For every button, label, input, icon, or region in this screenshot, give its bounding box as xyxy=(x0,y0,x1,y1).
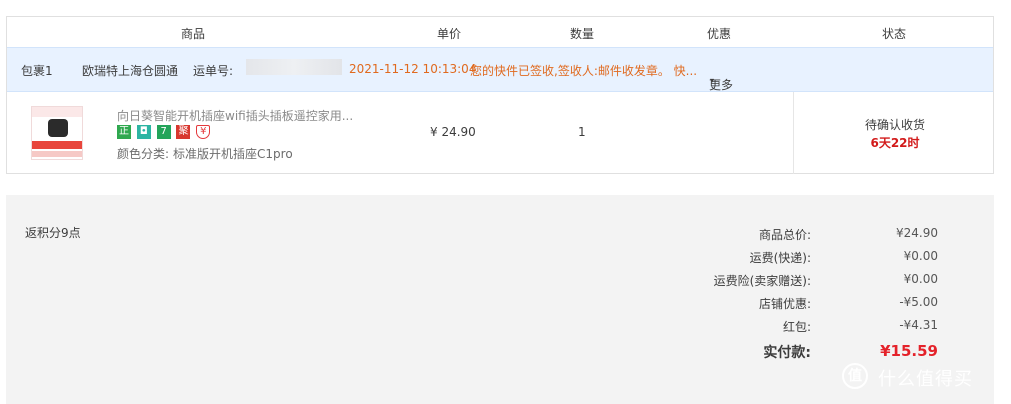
package-datetime: 2021-11-12 10:13:04 xyxy=(349,62,477,76)
item-quantity: 1 xyxy=(578,125,586,139)
summary-label: 店铺优惠: xyxy=(758,297,811,311)
summary-label: 红包: xyxy=(782,320,811,334)
product-title-link[interactable]: 向日葵智能开机插座wifi插头插板遥控家用... xyxy=(117,107,353,124)
watermark-text: 什么值得买 xyxy=(878,369,973,390)
summary-value: ¥24.90 xyxy=(896,226,938,240)
watermark-logo-icon: 值 xyxy=(842,363,868,389)
total-label: 实付款: xyxy=(763,345,811,361)
package-status-message[interactable]: 您的快件已签收,签收人:邮件收发章。 快... xyxy=(470,62,697,79)
product-thumbnail[interactable] xyxy=(31,106,83,160)
order-status: 待确认收货 xyxy=(864,118,925,132)
summary-value: ¥0.00 xyxy=(903,249,938,263)
caret-down-icon: ▾ xyxy=(710,76,715,85)
ju-badge-icon[interactable]: 聚 xyxy=(176,125,191,139)
spec-label: 颜色分类: xyxy=(117,147,170,161)
summary-label: 运费险(卖家赠送): xyxy=(713,274,811,288)
table-header: 商品 单价 数量 优惠 状态 xyxy=(7,17,993,47)
header-product: 商品 xyxy=(181,27,206,41)
service-badges: 正 ◘ 7 聚 ¥ xyxy=(117,125,212,141)
header-unit-price: 单价 xyxy=(437,27,462,41)
item-row: 向日葵智能开机插座wifi插头插板遥控家用... 正 ◘ 7 聚 ¥ 颜色分类:… xyxy=(7,92,993,174)
summary-row: 商品总价: ¥24.90 xyxy=(6,226,994,246)
tracking-number-masked xyxy=(246,59,342,75)
header-quantity: 数量 xyxy=(570,27,595,41)
order-box: 商品 单价 数量 优惠 状态 包裹1 欧瑞特上海仓圆通 运单号: 2021-11… xyxy=(6,16,994,174)
yen-badge-icon[interactable]: ¥ xyxy=(196,125,211,139)
item-price: ¥ 24.90 xyxy=(430,125,476,139)
summary-row: 红包: -¥4.31 xyxy=(6,318,994,338)
summary-label: 运费(快递): xyxy=(749,251,811,265)
package-label: 包裹1 xyxy=(21,64,53,78)
header-discount: 优惠 xyxy=(707,27,732,41)
package-bar: 包裹1 欧瑞特上海仓圆通 运单号: 2021-11-12 10:13:04 您的… xyxy=(7,47,993,92)
summary-row: 运费险(卖家赠送): ¥0.00 xyxy=(6,272,994,292)
total-row: 实付款: ¥15.59 xyxy=(6,342,994,362)
summary-value: -¥5.00 xyxy=(899,295,938,309)
summary-value: -¥4.31 xyxy=(899,318,938,332)
tracking-label: 运单号: xyxy=(193,64,234,78)
courier-name: 欧瑞特上海仓圆通 xyxy=(82,64,179,78)
summary-row: 店铺优惠: -¥5.00 xyxy=(6,295,994,315)
spec-info: 颜色分类: 标准版开机插座C1pro xyxy=(117,145,293,162)
zheng-badge-icon[interactable]: 正 xyxy=(117,125,131,139)
spec-value: 标准版开机插座C1pro xyxy=(173,147,293,161)
seven-day-badge-icon[interactable]: 7 xyxy=(156,125,171,139)
status-countdown: 6天22时 xyxy=(870,136,920,150)
total-value: ¥15.59 xyxy=(880,342,938,360)
shield-badge-icon[interactable]: ◘ xyxy=(136,125,151,139)
header-status: 状态 xyxy=(882,27,907,41)
summary-label: 商品总价: xyxy=(758,228,811,242)
summary-value: ¥0.00 xyxy=(903,272,938,286)
summary-row: 运费(快递): ¥0.00 xyxy=(6,249,994,269)
status-cell: 待确认收货 6天22时 xyxy=(793,92,996,174)
